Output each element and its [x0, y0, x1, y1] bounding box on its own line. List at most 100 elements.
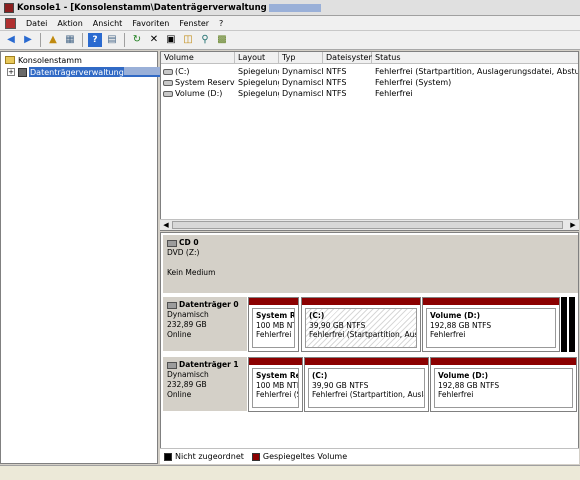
refresh-icon[interactable]: ↻ — [130, 33, 144, 47]
forward-icon[interactable]: ▶ — [21, 33, 35, 47]
column-header-volume[interactable]: Volume — [161, 52, 235, 64]
disk-label-disk0[interactable]: Datenträger 0 Dynamisch 232,89 GB Online — [163, 297, 247, 351]
toolbar: ◀ ▶ ▲ ▦ ? ▤ ↻ ✕ ▣ ◫ ⚲ ▩ — [0, 31, 580, 50]
up-icon[interactable]: ▲ — [46, 33, 60, 47]
delete-icon[interactable]: ✕ — [147, 33, 161, 47]
toolbar-separator — [40, 33, 41, 47]
partition-c-disk1[interactable]: (C:) 39,90 GB NTFS Fehlerfrei (Startpartit… — [304, 357, 429, 412]
partition-color-bar — [305, 358, 428, 365]
disk-type: Dynamisch — [167, 370, 209, 379]
partition-body: (C:) 39,90 GB NTFS Fehlerfrei (Startpartit… — [308, 368, 425, 408]
volume-name: Volume (D:) — [175, 89, 223, 98]
volume-cell: System Reserved — [163, 77, 235, 88]
folder-icon — [5, 56, 15, 64]
partition-size: 192,88 GB NTFS — [438, 380, 500, 390]
fs-cell: NTFS — [326, 89, 347, 98]
partition-body: Volume (D:) 192,88 GB NTFS Fehlerfrei — [426, 308, 556, 348]
fs-cell: NTFS — [326, 67, 347, 76]
expand-icon[interactable]: + — [7, 68, 15, 76]
tree-item-disk-management[interactable]: + Datenträgerverwaltung — [1, 66, 163, 78]
disk-name-row: Datenträger 1 — [167, 360, 243, 370]
search-icon[interactable]: ⚲ — [198, 33, 212, 47]
volume-row[interactable]: System Reserved Spiegelung Dynamisch NTF… — [161, 77, 578, 88]
legend-item-mirrored: Gespiegeltes Volume — [251, 452, 348, 461]
column-header-status[interactable]: Status — [372, 52, 578, 64]
layout-cell: Spiegelung — [238, 67, 279, 76]
help-icon[interactable]: ? — [88, 33, 102, 47]
partition-color-bar — [302, 298, 420, 305]
disk-size: 232,89 GB — [167, 320, 207, 329]
partition-system-reserved-disk0[interactable]: System Re100 MB NTFSFehlerfrei (S — [248, 297, 299, 352]
scroll-left-icon[interactable]: ◀ — [161, 221, 171, 230]
layout-cell: Spiegelung — [238, 89, 279, 98]
volume-icon — [163, 79, 173, 86]
volume-name: System Reserved — [175, 78, 235, 87]
properties2-icon[interactable]: ▣ — [164, 33, 178, 47]
disk-label-disk1[interactable]: Datenträger 1 Dynamisch 232,89 GB Online — [163, 357, 247, 411]
disk-size: 232,89 GB — [167, 380, 207, 389]
partition-size: 39,90 GB NTFS — [312, 380, 369, 390]
legend-swatch-unallocated — [164, 452, 172, 461]
volume-cell: Volume (D:) — [163, 88, 235, 99]
mmc-system-icon[interactable] — [5, 17, 16, 29]
partition-c-disk0[interactable]: (C:) 39,90 GB NTFS Fehlerfrei (Startpartit… — [301, 297, 421, 352]
partition-system-reserved-disk1[interactable]: System Re100 MB NTFSFehlerfrei (Sy — [248, 357, 303, 412]
export-icon[interactable]: ▩ — [215, 33, 229, 47]
disk-graphical-view: CD 0 DVD (Z:) Kein Medium Datenträger 0 … — [160, 232, 579, 464]
back-icon[interactable]: ◀ — [4, 33, 18, 47]
redacted-title-suffix — [268, 3, 321, 12]
partition-status: Fehlerfrei (Startpartition, Auslage — [309, 330, 417, 339]
unallocated-space-disk0[interactable] — [561, 297, 567, 352]
typ-cell: Dynamisch — [282, 89, 323, 98]
volume-row[interactable]: (C:) Spiegelung Dynamisch NTFS Fehlerfre… — [161, 66, 578, 77]
partition-size: 100 MB NTFS — [256, 380, 298, 390]
folder-open-icon[interactable]: ◫ — [181, 33, 195, 47]
partition-size: 39,90 GB NTFS — [309, 320, 366, 330]
unallocated-space-disk0-2[interactable] — [569, 297, 575, 352]
partition-status: Fehlerfrei — [438, 390, 474, 399]
disk-label-cd0[interactable]: CD 0 DVD (Z:) Kein Medium — [163, 235, 247, 293]
menu-fenster[interactable]: Fenster — [174, 19, 214, 28]
volume-list-horizontal-scrollbar[interactable]: ◀ ▶ — [160, 219, 579, 230]
volume-list: Volume Layout Typ Dateisystem Status (C:… — [160, 51, 579, 231]
cd-drive-icon — [167, 239, 177, 247]
menu-favoriten[interactable]: Favoriten — [127, 19, 174, 28]
properties-icon[interactable]: ▤ — [105, 33, 119, 47]
toolbar-separator — [124, 33, 125, 47]
menu-aktion[interactable]: Aktion — [52, 19, 87, 28]
redacted-label-suffix — [123, 67, 162, 75]
partition-name: Volume (D:) — [430, 311, 481, 320]
column-header-typ[interactable]: Typ — [279, 52, 323, 64]
column-header-layout[interactable]: Layout — [235, 52, 279, 64]
partition-status: Fehlerfrei — [430, 330, 466, 339]
disk-status: Online — [167, 330, 192, 339]
partition-color-bar — [423, 298, 559, 305]
partition-d-disk0[interactable]: Volume (D:) 192,88 GB NTFS Fehlerfrei — [422, 297, 560, 352]
tree-disk-management-label: Datenträgerverwaltung — [29, 67, 163, 77]
partition-status: Fehlerfrei (S — [256, 330, 294, 339]
cd0-empty-area — [247, 235, 578, 293]
partition-name: (C:) — [312, 371, 328, 380]
typ-cell: Dynamisch — [282, 78, 323, 87]
legend-label: Gespiegeltes Volume — [262, 452, 348, 461]
partition-status: Fehlerfrei (Sy — [256, 390, 298, 399]
menu-help[interactable]: ? — [214, 19, 228, 28]
partition-color-bar — [249, 298, 298, 305]
disk-status: Kein Medium — [167, 268, 216, 277]
volume-row[interactable]: Volume (D:) Spiegelung Dynamisch NTFS Fe… — [161, 88, 578, 99]
partition-size: 100 MB NTFS — [256, 320, 294, 330]
legend-swatch-mirrored — [251, 452, 260, 461]
scrollbar-thumb[interactable] — [172, 221, 563, 229]
menu-ansicht[interactable]: Ansicht — [88, 19, 128, 28]
partition-d-disk1[interactable]: Volume (D:) 192,88 GB NTFS Fehlerfrei — [430, 357, 577, 412]
title-bar: Konsole1 - [Konsolenstamm\Datenträgerver… — [0, 0, 580, 16]
show-tree-icon[interactable]: ▦ — [63, 33, 77, 47]
tree-item-root[interactable]: Konsolenstamm — [1, 54, 82, 66]
disk-name-row: CD 0 — [167, 238, 243, 248]
console-app-icon — [4, 2, 14, 13]
partition-body: System Re100 MB NTFSFehlerfrei (Sy — [252, 368, 299, 408]
partition-body: Volume (D:) 192,88 GB NTFS Fehlerfrei — [434, 368, 573, 408]
scroll-right-icon[interactable]: ▶ — [568, 221, 578, 230]
menu-datei[interactable]: Datei — [21, 19, 52, 28]
column-header-dateisystem[interactable]: Dateisystem — [323, 52, 376, 64]
